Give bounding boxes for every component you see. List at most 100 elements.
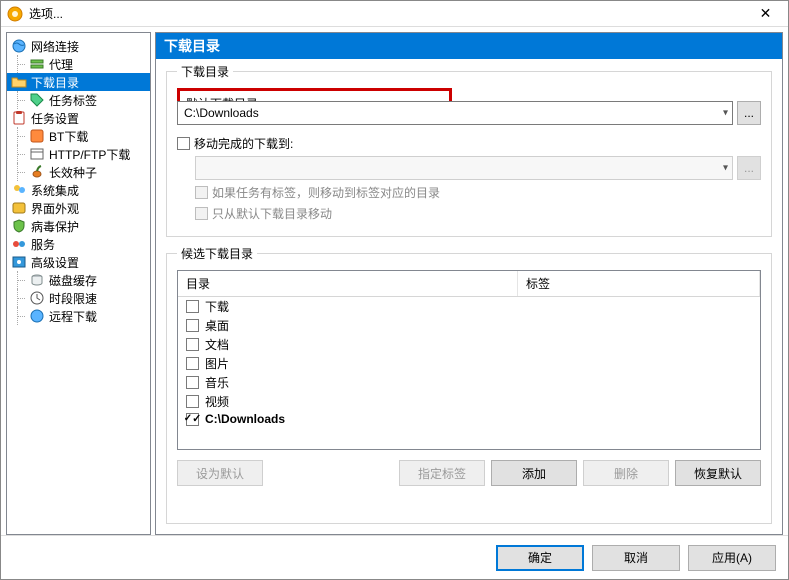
list-item-checkbox[interactable]: [186, 357, 199, 370]
list-item-checkbox[interactable]: [186, 376, 199, 389]
sidebar-item-label: 服务: [31, 236, 55, 253]
shield-icon: [11, 218, 27, 234]
list-item-label: 视频: [205, 393, 752, 410]
main-panel: 下载目录 下载目录 默认下载目录: C:\Downloads ▾ ...: [155, 32, 783, 535]
sidebar-item-download-dir[interactable]: 下载目录: [7, 73, 150, 91]
delete-button: 删除: [583, 460, 669, 486]
sidebar-item-task-tag[interactable]: 任务标签: [7, 91, 150, 109]
list-item[interactable]: 下载: [178, 297, 760, 316]
move-completed-row: 移动完成的下载到:: [177, 135, 761, 152]
sidebar-item-http[interactable]: HTTP/FTP下载: [7, 145, 150, 163]
sidebar-item-label: 任务设置: [31, 110, 79, 127]
list-item-checkbox[interactable]: ✓: [186, 413, 199, 426]
sidebar-item-label: HTTP/FTP下载: [49, 146, 130, 163]
panel-header: 下载目录: [156, 33, 782, 59]
set-tag-button: 指定标签: [399, 460, 485, 486]
services-icon: [11, 236, 27, 252]
title-bar: 选项... ✕: [1, 1, 788, 27]
list-item-label: 文档: [205, 336, 752, 353]
sidebar-item-appearance[interactable]: 界面外观: [7, 199, 150, 217]
list-item-label: C:\Downloads: [205, 412, 752, 426]
col-dir[interactable]: 目录: [178, 271, 518, 296]
advanced-icon: [11, 254, 27, 270]
cancel-button[interactable]: 取消: [592, 545, 680, 571]
bt-icon: [29, 128, 45, 144]
sidebar-item-label: 系统集成: [31, 182, 79, 199]
sidebar-item-label: 远程下载: [49, 308, 97, 325]
list-item-checkbox[interactable]: [186, 338, 199, 351]
sidebar-item-system[interactable]: 系统集成: [7, 181, 150, 199]
list-item[interactable]: 图片: [178, 354, 760, 373]
sidebar-item-label: 时段限速: [49, 290, 97, 307]
sidebar-item-remote[interactable]: 远程下载: [7, 307, 150, 325]
apply-button[interactable]: 应用(A): [688, 545, 776, 571]
list-item-checkbox[interactable]: [186, 300, 199, 313]
sidebar-item-label: 下载目录: [31, 74, 79, 91]
list-item[interactable]: 桌面: [178, 316, 760, 335]
disk-icon: [29, 272, 45, 288]
sidebar-item-label: 长效种子: [49, 164, 97, 181]
move-only-default-checkbox: [195, 207, 208, 220]
move-tagdir-row: 如果任务有标签，则移动到标签对应的目录: [195, 184, 761, 201]
app-icon: [7, 6, 23, 22]
sidebar-item-bt[interactable]: BT下载: [7, 127, 150, 145]
sidebar-item-label: 任务标签: [49, 92, 97, 109]
group-candidate-dirs: 候选下载目录 目录 标签 下载桌面文档图片音乐视频 ✓ C:\Downloads 设…: [166, 245, 772, 524]
move-tagdir-label: 如果任务有标签，则移动到标签对应的目录: [212, 184, 440, 201]
col-tag[interactable]: 标签: [518, 271, 760, 296]
group-download-dir: 下载目录 默认下载目录: C:\Downloads ▾ ... 移动完成的下载到: [166, 63, 772, 237]
proxy-icon: [29, 56, 45, 72]
group-legend: 候选下载目录: [177, 245, 257, 262]
globe-icon: [11, 38, 27, 54]
sidebar-item-antivirus[interactable]: 病毒保护: [7, 217, 150, 235]
default-dir-combo[interactable]: C:\Downloads ▾: [177, 101, 733, 125]
ok-button[interactable]: 确定: [496, 545, 584, 571]
move-only-default-label: 只从默认下载目录移动: [212, 205, 332, 222]
move-completed-label: 移动完成的下载到:: [194, 135, 293, 152]
list-item[interactable]: ✓ C:\Downloads: [178, 411, 760, 427]
clipboard-icon: [11, 110, 27, 126]
window-title: 选项...: [29, 5, 743, 22]
list-item[interactable]: 音乐: [178, 373, 760, 392]
candidate-buttons: 设为默认 指定标签 添加 删除 恢复默认: [177, 460, 761, 486]
browse-default-button[interactable]: ...: [737, 101, 761, 125]
move-completed-checkbox[interactable]: [177, 137, 190, 150]
list-item-label: 图片: [205, 355, 752, 372]
sidebar-item-advanced[interactable]: 高级设置: [7, 253, 150, 271]
seed-icon: [29, 164, 45, 180]
sidebar-item-network[interactable]: 网络连接: [7, 37, 150, 55]
list-header: 目录 标签: [178, 271, 760, 297]
list-item-checkbox[interactable]: [186, 319, 199, 332]
move-tagdir-checkbox: [195, 186, 208, 199]
close-button[interactable]: ✕: [743, 1, 788, 27]
users-icon: [11, 182, 27, 198]
tag-icon: [29, 92, 45, 108]
list-item-label: 音乐: [205, 374, 752, 391]
sidebar-item-task-settings[interactable]: 任务设置: [7, 109, 150, 127]
restore-default-button[interactable]: 恢复默认: [675, 460, 761, 486]
sidebar-item-label: 磁盘缓存: [49, 272, 97, 289]
sidebar-item-proxy[interactable]: 代理: [7, 55, 150, 73]
dialog-button-bar: 确定 取消 应用(A): [1, 535, 788, 579]
list-item-label: 桌面: [205, 317, 752, 334]
sidebar-item-label: BT下载: [49, 128, 88, 145]
sidebar-item-services[interactable]: 服务: [7, 235, 150, 253]
candidate-list: 目录 标签 下载桌面文档图片音乐视频 ✓ C:\Downloads: [177, 270, 761, 450]
group-legend: 下载目录: [177, 63, 233, 80]
sidebar-item-label: 高级设置: [31, 254, 79, 271]
palette-icon: [11, 200, 27, 216]
sidebar-item-disk-cache[interactable]: 磁盘缓存: [7, 271, 150, 289]
sidebar-item-label: 代理: [49, 56, 73, 73]
sidebar-item-seed[interactable]: 长效种子: [7, 163, 150, 181]
list-item-checkbox[interactable]: [186, 395, 199, 408]
sidebar-item-schedule[interactable]: 时段限速: [7, 289, 150, 307]
folder-open-icon: [11, 74, 27, 90]
set-default-button: 设为默认: [177, 460, 263, 486]
move-dir-combo: ▾: [195, 156, 733, 180]
list-item[interactable]: 视频: [178, 392, 760, 411]
browse-move-button: ...: [737, 156, 761, 180]
list-item[interactable]: 文档: [178, 335, 760, 354]
remote-icon: [29, 308, 45, 324]
add-button[interactable]: 添加: [491, 460, 577, 486]
move-only-default-row: 只从默认下载目录移动: [195, 205, 761, 222]
